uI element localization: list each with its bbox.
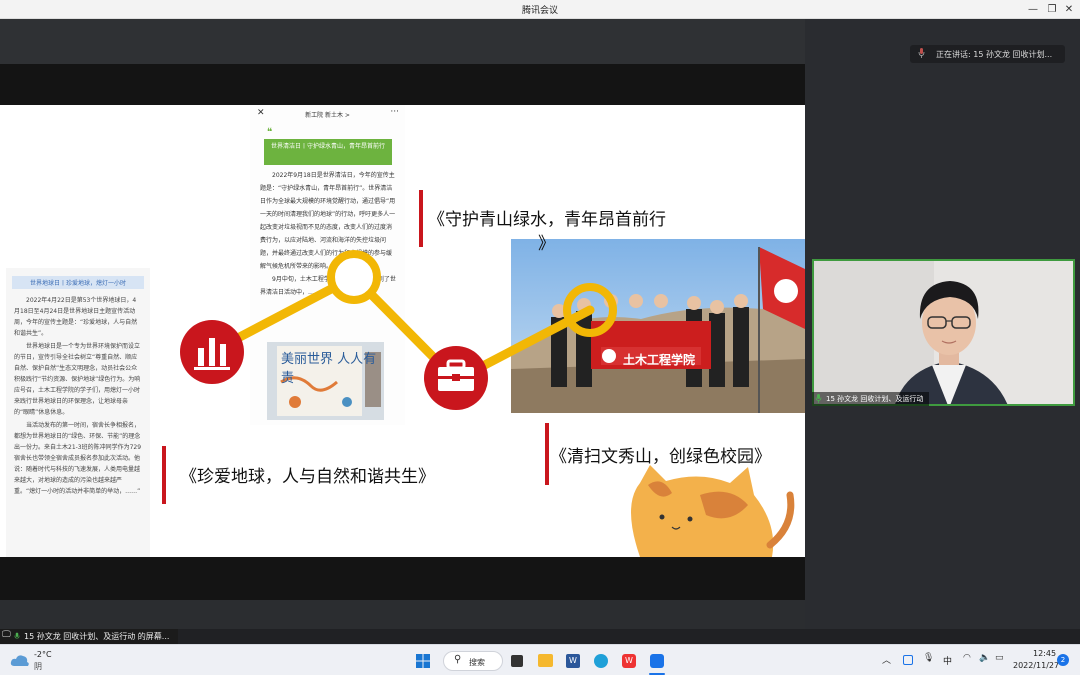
chevron-up-icon[interactable]: ︿ <box>882 653 891 666</box>
tencent-meeting-icon[interactable] <box>650 654 664 668</box>
weather-desc: 阴 <box>34 662 42 671</box>
speaking-indicator: 正在讲话: 15 孙文龙 回收计划... <box>910 45 1065 63</box>
mic-icon <box>918 48 925 58</box>
close-button[interactable]: ✕ <box>1058 0 1080 19</box>
wps-icon[interactable]: W <box>622 654 636 668</box>
letterbox-bottom <box>0 557 805 600</box>
window-title: 腾讯会议 <box>521 6 558 16</box>
letterbox-top <box>0 64 805 105</box>
word-icon[interactable]: W <box>566 654 580 668</box>
clock-time[interactable]: 12:45 <box>1033 649 1056 658</box>
participant-name-tag: 15 孙文龙 回收计划、及运行动 <box>812 392 930 406</box>
mic-icon <box>14 632 20 639</box>
share-label: 15 孙文龙 回收计划、及运行动 的屏幕... <box>24 632 170 641</box>
caption-marker <box>545 423 549 485</box>
search-box[interactable]: ⚲ 搜索 <box>443 651 503 671</box>
notification-badge[interactable]: 2 <box>1057 654 1069 666</box>
battery-icon[interactable]: ▭ <box>995 653 1004 663</box>
microphone-icon[interactable]: 🎙 <box>923 653 934 663</box>
file-explorer-icon[interactable] <box>538 654 553 667</box>
shared-slide: 世界地球日丨珍爱地球，熄灯一小时 2022年4月22日是第53个世界地球日，4月… <box>0 105 805 557</box>
task-view-icon[interactable] <box>511 655 523 667</box>
mic-icon <box>815 394 822 403</box>
speaking-label: 正在讲话: 15 孙文龙 回收计划... <box>936 50 1053 59</box>
taskbar: -2°C 阴 ⚲ 搜索 W W ︿ 🎙 中 ◠ 🔈 ▭ 12:45 2022/1… <box>0 644 1080 675</box>
wifi-icon[interactable]: ◠ <box>963 653 971 663</box>
ime-indicator[interactable]: 中 <box>943 654 952 667</box>
search-label: 搜索 <box>469 658 485 667</box>
participant-name: 15 孙文龙 回收计划、及运行动 <box>826 395 924 403</box>
weather-temp: -2°C <box>34 650 52 659</box>
screen-share-icon: 🖵 <box>2 630 11 640</box>
caption-top: 《守护青山绿水，青年昂首前行 <box>428 210 666 230</box>
windows-start-icon[interactable] <box>416 654 430 668</box>
caption-top-tail: 》 <box>538 234 555 254</box>
timeline-node <box>327 250 381 304</box>
title-bar: 腾讯会议 — ❐ ✕ <box>0 0 1080 19</box>
share-indicator[interactable]: 🖵 15 孙文龙 回收计划、及运行动 的屏幕... <box>0 629 178 644</box>
volume-icon[interactable]: 🔈 <box>979 653 990 663</box>
caption-left: 《珍爱地球，人与自然和谐共生》 <box>180 467 435 487</box>
timeline-graphic <box>180 250 795 557</box>
caption-right: 《清扫文秀山，创绿色校园》 <box>550 447 771 467</box>
stage-top-band <box>0 19 805 64</box>
timeline-path <box>210 272 595 385</box>
toolbox-icon <box>424 346 488 410</box>
cloud-icon[interactable] <box>10 653 30 667</box>
tray-app-icon[interactable] <box>903 655 913 665</box>
cat-illustration <box>631 465 795 557</box>
bar-chart-icon <box>180 320 244 384</box>
participant-avatar <box>814 261 1073 404</box>
search-icon: ⚲ <box>454 654 462 665</box>
edge-browser-icon[interactable] <box>594 654 608 668</box>
caption-marker <box>162 446 166 504</box>
clock-date[interactable]: 2022/11/27 <box>1013 661 1059 670</box>
caption-marker <box>419 190 423 247</box>
participant-video[interactable] <box>812 259 1075 406</box>
